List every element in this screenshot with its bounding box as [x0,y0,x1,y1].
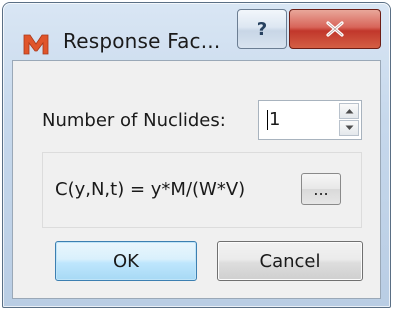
chevron-down-icon [345,125,353,130]
chevron-up-icon [345,109,353,114]
title-bar[interactable]: Response Fac... ? [3,3,390,61]
cancel-button[interactable]: Cancel [217,241,363,281]
ok-button-label: OK [113,250,139,272]
help-button[interactable]: ? [237,9,287,49]
spin-down-button[interactable] [339,120,359,136]
nuclides-spinbox[interactable]: 1 [258,100,362,140]
cancel-button-label: Cancel [259,250,321,272]
formula-panel: C(y,N,t) = y*M/(W*V) ... [42,152,362,228]
edit-formula-button[interactable]: ... [301,173,341,205]
ok-button[interactable]: OK [55,241,197,281]
dialog-window: Response Fac... ? Number of Nuclides: 1 [2,2,391,308]
dialog-client-area: Number of Nuclides: 1 C(y,N,t) = y*M/(W*… [12,60,381,299]
window-title: Response Fac... [63,29,221,53]
spin-up-button[interactable] [339,103,359,119]
formula-text: C(y,N,t) = y*M/(W*V) [55,179,246,200]
edit-formula-label: ... [313,179,329,199]
nuclides-label: Number of Nuclides: [42,110,226,131]
close-icon [326,21,344,37]
close-button[interactable] [289,9,381,49]
help-icon: ? [256,18,268,40]
spin-arrows [339,103,359,137]
nuclides-input[interactable]: 1 [267,110,280,130]
app-logo-icon [23,34,49,55]
